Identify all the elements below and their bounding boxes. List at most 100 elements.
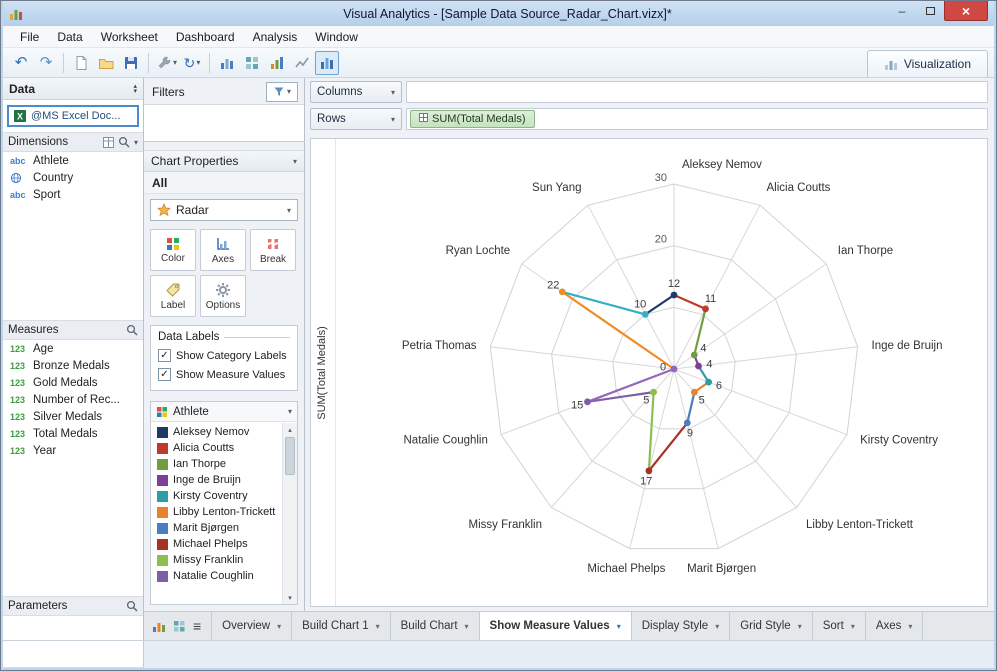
chart-view-button[interactable] [315,50,340,75]
legend-item-libby-lenton-trickett[interactable]: Libby Lenton-Trickett [151,504,282,520]
data-point[interactable] [690,351,698,359]
minimize-button[interactable]: – [888,1,916,21]
tab-show-measure-values[interactable]: Show Measure Values ▾ [479,612,632,640]
data-point[interactable] [702,305,709,313]
legend-item-natalie-coughlin[interactable]: Natalie Coughlin [151,568,282,584]
maximize-button[interactable] [916,1,944,21]
mini-grid-icon[interactable] [173,620,186,633]
data-point[interactable] [705,378,712,386]
title-bar[interactable]: Visual Analytics - [Sample Data Source_R… [3,1,994,26]
refresh-button[interactable]: ↻ ▾ [180,51,204,75]
checkbox[interactable]: ✓ [158,368,171,381]
legend-item-ian-thorpe[interactable]: Ian Thorpe [151,456,282,472]
field-item-sport[interactable]: abc Sport [3,186,143,203]
data-point[interactable] [558,288,566,296]
data-point[interactable] [670,291,678,299]
tab-label: Overview [222,620,271,632]
data-point[interactable] [683,419,691,427]
field-item-age[interactable]: 123 Age [3,340,143,357]
tab-build-chart[interactable]: Build Chart ▾ [391,612,480,640]
open-button[interactable] [94,51,118,75]
tab-overview[interactable]: Overview ▾ [211,612,293,640]
rows-shelf[interactable]: SUM(Total Medals) [406,108,988,130]
tab-display-style[interactable]: Display Style ▾ [632,612,731,640]
options-button[interactable]: Options [200,275,246,317]
field-item-bronze-medals[interactable]: 123 Bronze Medals [3,357,143,374]
menu-item-analysis[interactable]: Analysis [244,27,307,47]
scrollbar-track[interactable] [283,436,297,591]
column-chart-tool-button[interactable] [215,51,239,75]
tab-axes[interactable]: Axes ▾ [866,612,924,640]
legend-item-missy-franklin[interactable]: Missy Franklin [151,552,282,568]
search-icon[interactable] [118,136,130,148]
columns-shelf-button[interactable]: Columns ▾ [310,81,402,103]
crosstab-tool-button[interactable] [240,51,264,75]
mini-chart-icon[interactable] [152,620,166,633]
field-item-number-of-rec[interactable]: 123 Number of Rec... [3,391,143,408]
axes-button[interactable]: Axes [200,229,246,271]
chart-properties-header[interactable]: Chart Properties ▾ [144,150,304,172]
data-point[interactable] [670,365,678,373]
data-point[interactable] [695,362,702,370]
field-item-athlete[interactable]: abc Athlete [3,152,143,169]
field-item-gold-medals[interactable]: 123 Gold Medals [3,374,143,391]
field-item-year[interactable]: 123 Year [3,442,143,459]
field-item-silver-medals[interactable]: 123 Silver Medals [3,408,143,425]
scroll-up-button[interactable]: ▴ [283,423,297,436]
search-icon[interactable] [126,600,138,612]
data-source-item[interactable]: X @MS Excel Doc... [7,105,139,127]
checkbox-row-show-category-labels[interactable]: ✓ Show Category Labels [158,346,290,365]
menu-item-file[interactable]: File [11,27,48,47]
rows-shelf-button[interactable]: Rows ▾ [310,108,402,130]
menu-item-data[interactable]: Data [48,27,91,47]
legend-item-inge-de-bruijn[interactable]: Inge de Bruijn [151,472,282,488]
legend-item-aleksey-nemov[interactable]: Aleksey Nemov [151,424,282,440]
field-item-country[interactable]: Country [3,169,143,186]
chart-type-select[interactable]: Radar ▾ [150,199,298,221]
tab-build-chart-1[interactable]: Build Chart 1 ▾ [292,612,391,640]
scrollbar-thumb[interactable] [285,437,295,475]
label-button[interactable]: Label [150,275,196,317]
data-point[interactable] [691,388,698,396]
sort-fields-icon[interactable]: ▴ ▾ [133,83,137,95]
filters-shelf[interactable] [144,104,304,142]
columns-shelf[interactable] [406,81,988,103]
undo-button[interactable]: ↶ [9,51,33,75]
menu-item-dashboard[interactable]: Dashboard [167,27,244,47]
tab-grid-style[interactable]: Grid Style ▾ [730,612,813,640]
scroll-down-button[interactable]: ▾ [283,591,297,604]
break-button[interactable]: Break [250,229,296,271]
field-item-total-medals[interactable]: 123 Total Medals [3,425,143,442]
chevron-down-icon[interactable]: ▾ [134,138,138,147]
tools-button[interactable]: ▾ [154,51,179,75]
visualization-tab[interactable]: Visualization [866,50,988,77]
save-button[interactable] [119,51,143,75]
legend-item-marit-bj-rgen[interactable]: Marit Bjørgen [151,520,282,536]
line-chart-tool-button[interactable] [290,51,314,75]
legend-scrollbar[interactable]: ▴ ▾ [282,423,297,604]
menu-item-worksheet[interactable]: Worksheet [92,27,167,47]
list-view-icon[interactable]: ≡ [193,618,201,634]
legend-item-michael-phelps[interactable]: Michael Phelps [151,536,282,552]
data-point[interactable] [645,467,653,475]
legend-item-kirsty-coventry[interactable]: Kirsty Coventry [151,488,282,504]
table-icon[interactable] [102,136,114,148]
svg-text:0: 0 [660,362,666,374]
filters-dropdown-button[interactable]: ▾ [266,81,298,102]
close-button[interactable]: × [944,1,988,21]
data-point[interactable] [641,311,649,318]
checkbox-row-show-measure-values[interactable]: ✓ Show Measure Values [158,365,290,384]
tab-sort[interactable]: Sort ▾ [813,612,866,640]
data-point[interactable] [584,398,591,406]
bar-chart-tool-button[interactable] [265,51,289,75]
legend-header[interactable]: Athlete ▾ [151,402,297,422]
color-button[interactable]: Color [150,229,196,271]
new-worksheet-button[interactable] [69,51,93,75]
legend-item-alicia-coutts[interactable]: Alicia Coutts [151,440,282,456]
search-icon[interactable] [126,324,138,336]
field-pill-sum-total-medals[interactable]: SUM(Total Medals) [410,110,535,128]
data-point[interactable] [650,388,657,396]
menu-item-window[interactable]: Window [306,27,367,47]
redo-button[interactable]: ↷ [34,51,58,75]
checkbox[interactable]: ✓ [158,349,171,362]
